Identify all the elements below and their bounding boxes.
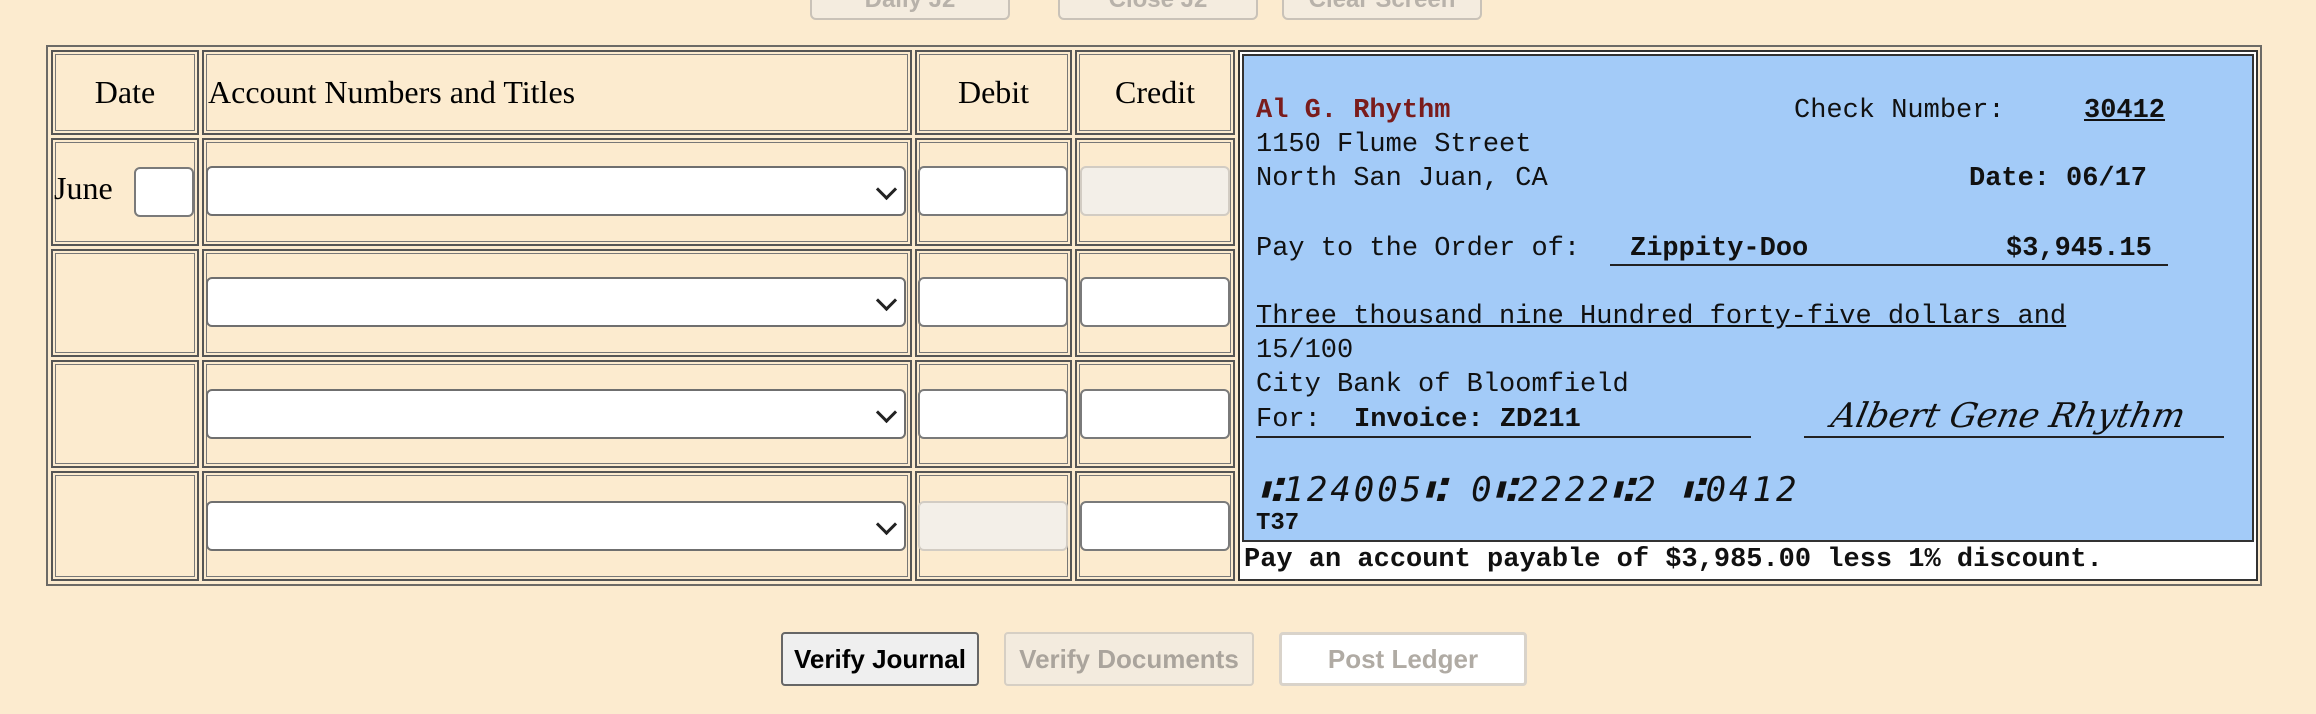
chevron-down-icon — [875, 289, 898, 312]
post-ledger-button[interactable]: Post Ledger — [1279, 632, 1527, 686]
check-number-label: Check Number: — [1794, 96, 2005, 126]
close-journal-button[interactable]: Close J2 — [1058, 0, 1258, 20]
micr-line: ⑆124005⑆ 0⑆2222⑆2 ⑆0412 — [1260, 470, 1800, 510]
address-line1: 1150 Flume Street — [1256, 130, 1532, 160]
account-select-1[interactable] — [206, 166, 906, 216]
payer-name: Al G. Rhythm — [1256, 96, 1451, 126]
account-select-2[interactable] — [206, 277, 906, 327]
verify-documents-button[interactable]: Verify Documents — [1004, 632, 1254, 686]
day-input[interactable] — [134, 167, 194, 217]
memo-line — [1256, 436, 1751, 438]
check-number: 30412 — [2084, 96, 2166, 126]
month-label: June — [54, 170, 113, 206]
account-header: Account Numbers and Titles — [202, 50, 912, 135]
check: Al G. Rhythm Check Number: 30412 1150 Fl… — [1242, 54, 2254, 542]
credit-input-4[interactable] — [1080, 501, 1230, 551]
daily-journal-button[interactable]: Daily J2 — [810, 0, 1010, 20]
debit-header: Debit — [915, 50, 1072, 135]
bank-name: City Bank of Bloomfield — [1256, 370, 1629, 400]
verify-journal-label: Verify Journal — [794, 643, 966, 674]
memo: Invoice: ZD211 — [1354, 405, 1581, 435]
account-select-3[interactable] — [206, 389, 906, 439]
instruction-text: Pay an account payable of $3,985.00 less… — [1244, 545, 2103, 575]
verify-documents-label: Verify Documents — [1019, 643, 1239, 674]
check-amount: $3,945.15 — [2006, 234, 2152, 264]
credit-input-3[interactable] — [1080, 389, 1230, 439]
amount-words: Three thousand nine Hundred forty-five d… — [1256, 302, 2067, 332]
verify-journal-button[interactable]: Verify Journal — [781, 632, 979, 686]
clear-screen-label: Clear Screen — [1309, 0, 1456, 14]
account-header-label: Account Numbers and Titles — [208, 74, 576, 110]
clear-screen-button[interactable]: Clear Screen — [1282, 0, 1482, 20]
check-date: 06/17 — [2066, 164, 2148, 194]
date-cell — [51, 249, 199, 357]
date-header-label: Date — [94, 74, 156, 110]
date-cell — [51, 360, 199, 468]
debit-header-label: Debit — [957, 74, 1030, 110]
date-header: Date — [51, 50, 199, 135]
debit-input-1[interactable] — [918, 166, 1068, 216]
credit-input-2[interactable] — [1080, 277, 1230, 327]
credit-header: Credit — [1075, 50, 1235, 135]
payee: Zippity-Doo — [1630, 234, 1809, 264]
address-line2: North San Juan, CA — [1256, 164, 1548, 194]
chevron-down-icon — [875, 513, 898, 536]
daily-journal-label: Daily J2 — [865, 0, 956, 14]
chevron-down-icon — [875, 401, 898, 424]
chevron-down-icon — [875, 178, 898, 201]
pay-to-label: Pay to the Order of: — [1256, 234, 1581, 264]
credit-input-1 — [1080, 166, 1230, 216]
payee-line — [1610, 264, 2168, 266]
post-ledger-label: Post Ledger — [1327, 643, 1479, 674]
date-cell — [51, 471, 199, 581]
amount-words-line2: 15/100 — [1256, 336, 1354, 366]
debit-input-3[interactable] — [918, 389, 1068, 439]
credit-header-label: Credit — [1115, 74, 1195, 110]
close-journal-label: Close J2 — [1109, 0, 1208, 14]
document-code: T37 — [1256, 510, 1300, 537]
for-label: For: — [1256, 405, 1321, 435]
debit-input-2[interactable] — [918, 277, 1068, 327]
debit-input-4 — [918, 501, 1068, 551]
source-document: Al G. Rhythm Check Number: 30412 1150 Fl… — [1238, 50, 2258, 581]
account-select-4[interactable] — [206, 501, 906, 551]
signature-line — [1804, 436, 2224, 438]
date-label: Date: — [1969, 164, 2051, 194]
signature: Albert Gene Rhythm — [1827, 396, 2189, 436]
